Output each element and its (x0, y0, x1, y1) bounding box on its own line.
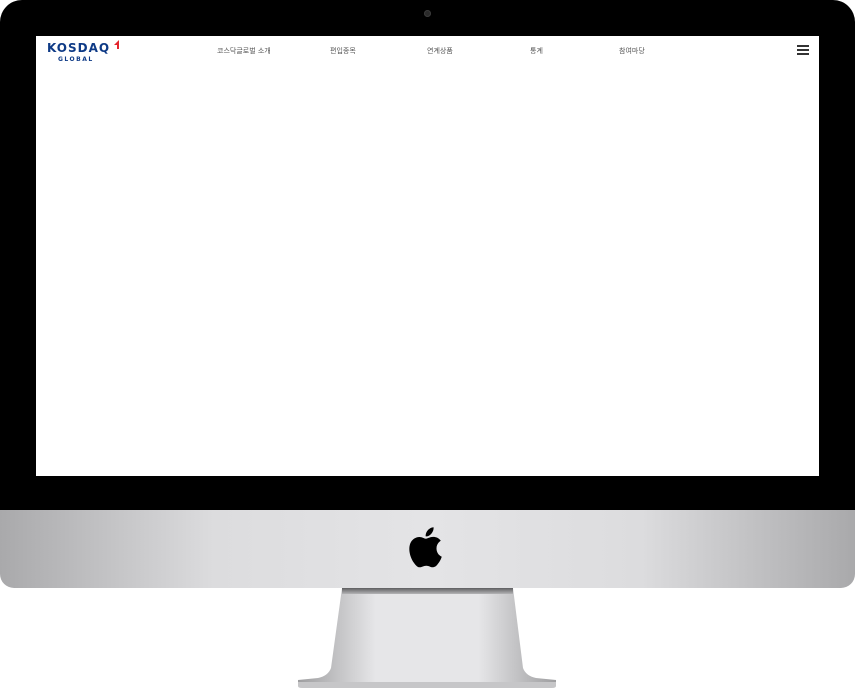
nav-item-linked-products[interactable]: 연계상품 (427, 46, 453, 56)
monitor-screen: KOSDAQ GLOBAL 코스닥글로벌 소개 편입종목 연계상품 통계 참여마… (36, 36, 819, 476)
nav-item-participation[interactable]: 참여마당 (619, 46, 645, 56)
kosdaq-global-logo[interactable]: KOSDAQ GLOBAL (47, 40, 119, 67)
nav-item-listed-stocks[interactable]: 편입종목 (330, 46, 356, 56)
menu-line (797, 53, 809, 55)
nav-item-about[interactable]: 코스닥글로벌 소개 (217, 46, 271, 56)
site-header: KOSDAQ GLOBAL 코스닥글로벌 소개 편입종목 연계상품 통계 참여마… (36, 36, 819, 68)
menu-line (797, 45, 809, 47)
camera-icon (424, 10, 431, 17)
menu-line (797, 49, 809, 51)
apple-logo-icon (409, 527, 442, 568)
hamburger-menu-icon[interactable] (797, 45, 809, 55)
logo-sub-text: GLOBAL (58, 56, 94, 63)
nav-item-statistics[interactable]: 통계 (530, 46, 543, 56)
logo-flag-stem (117, 43, 119, 49)
logo-main-text: KOSDAQ (47, 41, 111, 55)
monitor-stand (298, 588, 556, 688)
imac-mockup: KOSDAQ GLOBAL 코스닥글로벌 소개 편입종목 연계상품 통계 참여마… (0, 0, 855, 690)
